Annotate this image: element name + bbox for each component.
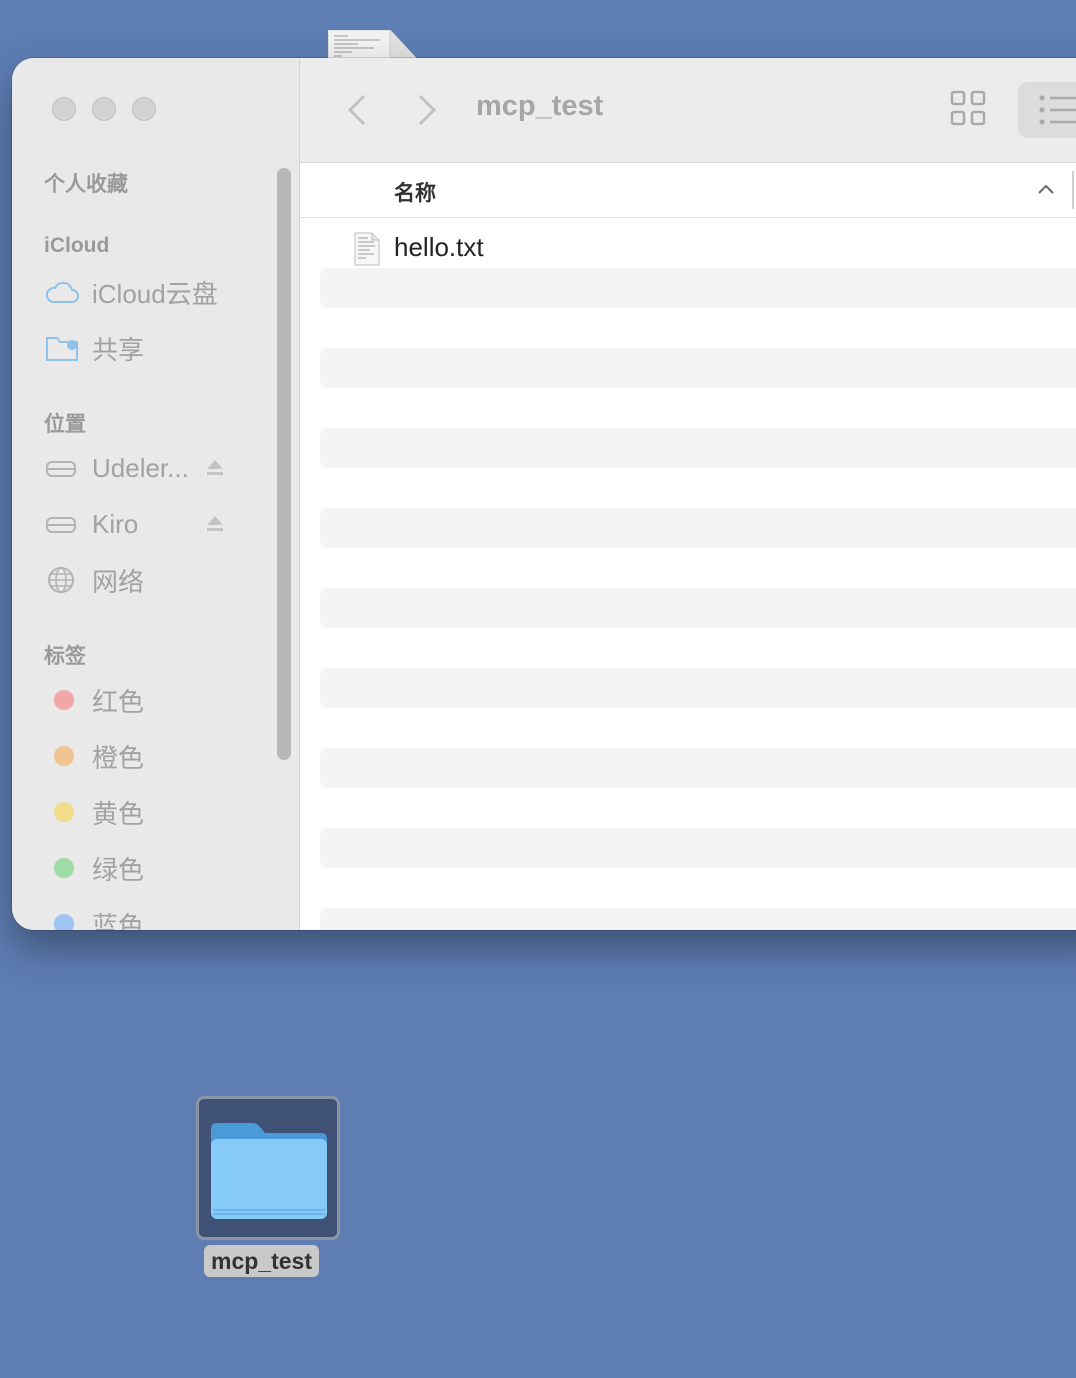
back-button[interactable] [342,90,372,130]
empty-row [320,828,1076,868]
sidebar-item-label: 网络 [92,566,145,597]
sidebar-item-tag-blue[interactable]: 蓝色 [44,904,244,930]
main-content: mcp_test 名称 hello.txt [300,58,1076,930]
section-icloud: iCloud [44,234,110,257]
sidebar-item-label: iCloud云盘 [92,278,218,309]
sidebar-item-label: 红色 [92,686,145,717]
grid-icon [950,90,986,126]
close-button[interactable] [52,97,76,121]
tag-dot-icon [54,690,74,710]
drive-icon [44,504,84,544]
finder-window: 个人收藏 iCloud iCloud云盘 共享 位置 Udeler... Kir… [12,58,1076,930]
zoom-button[interactable] [132,97,156,121]
sidebar-item-label: 黄色 [92,798,145,829]
sidebar-item-label: Udeler... [92,452,189,483]
sidebar-item-network[interactable]: 网络 [44,560,244,600]
tag-dot-icon [54,802,74,822]
tag-dot-icon [54,746,74,766]
section-locations: 位置 [44,413,86,436]
section-favorites: 个人收藏 [44,173,128,196]
sidebar-item-label: 橙色 [92,742,145,773]
forward-button[interactable] [412,90,442,130]
empty-row [320,348,1076,388]
sidebar-item-kiro[interactable]: Kiro [44,504,244,544]
cloud-icon [44,272,84,312]
icon-view-button[interactable] [948,88,988,128]
sidebar: 个人收藏 iCloud iCloud云盘 共享 位置 Udeler... Kir… [12,58,300,930]
empty-row [320,588,1076,628]
sidebar-item-tag-green[interactable]: 绿色 [44,848,244,888]
desktop-folder-icon[interactable] [196,1096,340,1240]
empty-row [320,508,1076,548]
sidebar-scrollbar[interactable] [277,168,291,760]
sort-ascending-icon[interactable] [1036,179,1056,204]
sidebar-item-label: Kiro [92,508,139,539]
sidebar-item-icloud-drive[interactable]: iCloud云盘 [44,272,244,312]
toolbar: mcp_test [300,58,1076,163]
empty-row [320,268,1076,308]
file-name: hello.txt [394,232,484,262]
drive-icon [44,448,84,488]
sidebar-item-label: 共享 [92,334,145,365]
desktop-folder-label[interactable]: mcp_test [204,1245,319,1277]
text-file-icon [354,232,380,271]
eject-icon[interactable] [204,512,226,539]
empty-row [320,908,1076,930]
minimize-button[interactable] [92,97,116,121]
empty-row [320,748,1076,788]
sidebar-item-tag-orange[interactable]: 橙色 [44,736,244,776]
column-divider[interactable] [1072,171,1074,209]
column-header-row: 名称 [300,163,1076,218]
window-controls [52,97,156,121]
sidebar-item-tag-yellow[interactable]: 黄色 [44,792,244,832]
section-tags: 标签 [44,645,86,668]
list-icon [1039,95,1076,125]
desktop: 个人收藏 iCloud iCloud云盘 共享 位置 Udeler... Kir… [0,0,1076,1378]
sidebar-item-tag-red[interactable]: 红色 [44,680,244,720]
list-view-button[interactable] [1018,82,1076,138]
column-header-name[interactable]: 名称 [394,177,436,207]
empty-row [320,428,1076,468]
window-title: mcp_test [476,90,604,122]
sidebar-item-label: 蓝色 [92,910,145,931]
sidebar-item-label: 绿色 [92,854,145,885]
sidebar-item-shared[interactable]: 共享 [44,328,244,368]
shared-folder-icon [44,328,84,368]
tag-dot-icon [54,914,74,930]
eject-icon[interactable] [204,456,226,483]
sidebar-item-udeler[interactable]: Udeler... [44,448,244,488]
tag-dot-icon [54,858,74,878]
empty-row [320,668,1076,708]
list-item[interactable]: hello.txt [300,228,1076,268]
globe-icon [44,560,84,600]
